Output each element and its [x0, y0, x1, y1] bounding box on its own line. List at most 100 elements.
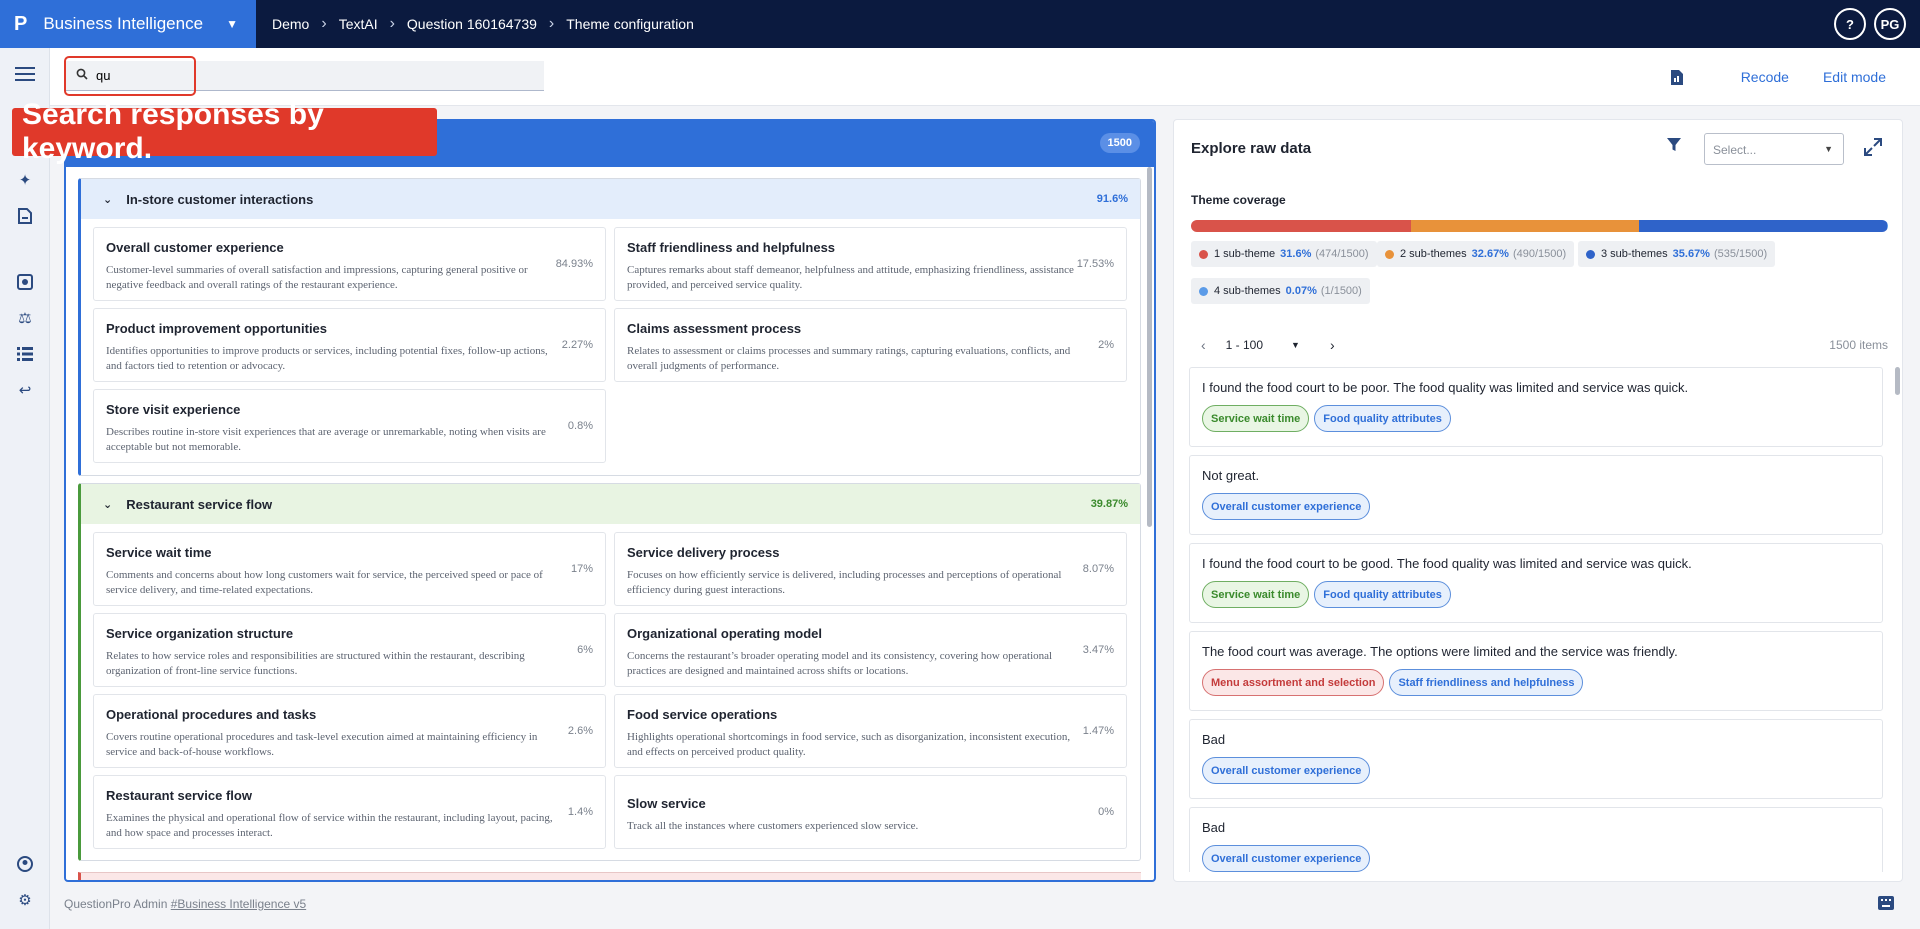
theme-tag[interactable]: Staff friendliness and helpfulness [1389, 669, 1584, 696]
sub-theme-card[interactable]: Claims assessment process Relates to ass… [614, 308, 1127, 382]
sub-theme-pct: 6% [577, 644, 593, 656]
response-item[interactable]: Bad Overall customer experience [1189, 807, 1883, 872]
breadcrumb-item[interactable]: Question 160164739 [407, 16, 537, 32]
coverage-bar [1191, 220, 1888, 232]
theme-tag[interactable]: Overall customer experience [1202, 845, 1371, 872]
theme-tag[interactable]: Food quality attributes [1314, 581, 1451, 608]
breadcrumb-item[interactable]: TextAI [339, 16, 378, 32]
response-text: Bad [1202, 820, 1226, 835]
sub-theme-desc: Track all the instances where customers … [627, 820, 919, 832]
sub-theme-title: Overall customer experience [106, 240, 284, 255]
chevron-down-icon[interactable]: ⌄ [103, 193, 112, 206]
help-button[interactable]: ? [1834, 8, 1866, 40]
response-item[interactable]: Bad Overall customer experience [1189, 719, 1883, 799]
select-placeholder: Select... [1713, 143, 1757, 157]
coverage-label: Theme coverage [1191, 193, 1286, 207]
footer-link[interactable]: #Business Intelligence v5 [171, 897, 306, 911]
chevron-down-icon[interactable]: ▼ [226, 17, 238, 31]
response-text: I found the food court to be poor. The f… [1202, 380, 1689, 395]
sub-theme-pct: 0% [1098, 806, 1114, 818]
theme-tag[interactable]: Overall customer experience [1202, 757, 1371, 784]
filter-icon[interactable] [1667, 138, 1681, 156]
sub-theme-card[interactable]: Organizational operating model Concerns … [614, 613, 1127, 687]
gear-icon[interactable]: ⚙ [13, 888, 37, 912]
export-document-icon[interactable] [1667, 67, 1687, 87]
sub-theme-pct: 3.47% [1082, 644, 1114, 656]
sub-theme-card[interactable]: Service delivery process Focuses on how … [614, 532, 1127, 606]
chevron-right-icon: › [548, 15, 555, 32]
user-icon[interactable] [13, 852, 37, 876]
theme-tag[interactable]: Service wait time [1202, 581, 1310, 608]
theme-tag[interactable]: Service wait time [1202, 405, 1310, 432]
theme-tag[interactable]: Overall customer experience [1202, 493, 1371, 520]
legend-pct: 31.6% [1280, 248, 1312, 260]
legend-count: (490/1500) [1512, 248, 1567, 260]
sub-theme-card[interactable]: Service wait time Comments and concerns … [93, 532, 606, 606]
sub-theme-title: Organizational operating model [627, 626, 823, 641]
panel-title: Explore raw data [1191, 140, 1312, 157]
reply-icon[interactable]: ↩ [13, 378, 37, 402]
app-switcher[interactable]: P Business Intelligence ▼ [0, 0, 256, 48]
next-page-icon[interactable]: › [1330, 337, 1335, 353]
sub-theme-desc: Relates to how service roles and respons… [106, 650, 525, 677]
app-name: Business Intelligence [43, 14, 204, 33]
scrollbar[interactable] [1147, 167, 1152, 527]
page-range[interactable]: 1 - 100 [1226, 338, 1263, 352]
keyboard-icon[interactable] [1878, 896, 1894, 912]
sub-theme-desc: Covers routine operational procedures an… [106, 731, 538, 758]
prev-page-icon[interactable]: ‹ [1201, 337, 1206, 353]
sparkle-icon[interactable]: ✦ [13, 168, 37, 192]
sub-theme-card[interactable]: Staff friendliness and helpfulness Captu… [614, 227, 1127, 301]
sub-theme-desc: Captures remarks about staff demeanor, h… [627, 264, 1074, 291]
theme-tag[interactable]: Food quality attributes [1314, 405, 1451, 432]
legend-count: (535/1500) [1713, 248, 1768, 260]
sub-theme-pct: 84.93% [555, 258, 593, 270]
sub-theme-card[interactable]: Slow service Track all the instances whe… [614, 775, 1127, 849]
breadcrumb: Demo › TextAI › Question 160164739 › The… [272, 15, 694, 33]
menu-icon[interactable] [13, 62, 37, 86]
sub-theme-card[interactable]: Overall customer experience Customer-lev… [93, 227, 606, 301]
response-text: The food court was average. The options … [1202, 644, 1678, 659]
avatar[interactable]: PG [1874, 8, 1906, 40]
scrollbar[interactable] [1895, 367, 1900, 395]
legend-label: 4 sub-themes [1214, 285, 1281, 297]
sub-theme-pct: 1.4% [567, 806, 593, 818]
theme-group-title: Restaurant service flow [126, 496, 273, 512]
legend-dot [1586, 249, 1595, 259]
balance-icon[interactable]: ⚖ [13, 306, 37, 330]
sub-theme-card[interactable]: Restaurant service flow Examines the phy… [93, 775, 606, 849]
response-item[interactable]: Not great. Overall customer experience [1189, 455, 1883, 535]
response-item[interactable]: The food court was average. The options … [1189, 631, 1883, 711]
legend-dot [1385, 249, 1394, 259]
item-count: 1500 items [1829, 338, 1888, 352]
sub-theme-card[interactable]: Food service operations Highlights opera… [614, 694, 1127, 768]
sub-theme-card[interactable]: Product improvement opportunities Identi… [93, 308, 606, 382]
sub-theme-title: Claims assessment process [627, 321, 802, 336]
raw-data-panel: Explore raw data Select... ▼ Theme cover… [1173, 119, 1903, 882]
response-item[interactable]: I found the food court to be good. The f… [1189, 543, 1883, 623]
theme-tag[interactable]: Menu assortment and selection [1202, 669, 1385, 696]
theme-select[interactable]: Select... ▼ [1704, 133, 1844, 165]
breadcrumb-item[interactable]: Demo [272, 16, 309, 32]
sub-theme-desc: Comments and concerns about how long cus… [106, 569, 543, 596]
sidebar: ✦ ⚖ ↩ ⚙ [0, 48, 50, 929]
sub-theme-pct: 0.8% [567, 420, 593, 432]
theme-group-header[interactable]: ⌄ In-store customer interactions 91.6% [81, 179, 1140, 219]
theme-group-header[interactable]: ⌄ Restaurant service flow 39.87% [81, 484, 1140, 524]
chevron-down-icon[interactable]: ▼ [1291, 340, 1300, 350]
legend-pct: 0.07% [1285, 285, 1317, 297]
report-icon[interactable] [13, 204, 37, 228]
list-icon[interactable] [13, 342, 37, 366]
sub-theme-pct: 17% [570, 563, 593, 575]
sub-theme-card[interactable]: Operational procedures and tasks Covers … [93, 694, 606, 768]
footer-text: QuestionPro Admin [64, 897, 168, 911]
edit-mode-button[interactable]: Edit mode [1823, 69, 1886, 85]
instruction-callout: Search responses by keyword. [12, 98, 437, 165]
expand-icon[interactable] [1864, 138, 1882, 161]
response-item[interactable]: I found the food court to be poor. The f… [1189, 367, 1883, 447]
sub-theme-card[interactable]: Store visit experience Describes routine… [93, 389, 606, 463]
scan-icon[interactable] [13, 270, 37, 294]
recode-button[interactable]: Recode [1741, 69, 1789, 85]
sub-theme-card[interactable]: Service organization structure Relates t… [93, 613, 606, 687]
chevron-down-icon[interactable]: ⌄ [103, 498, 112, 511]
